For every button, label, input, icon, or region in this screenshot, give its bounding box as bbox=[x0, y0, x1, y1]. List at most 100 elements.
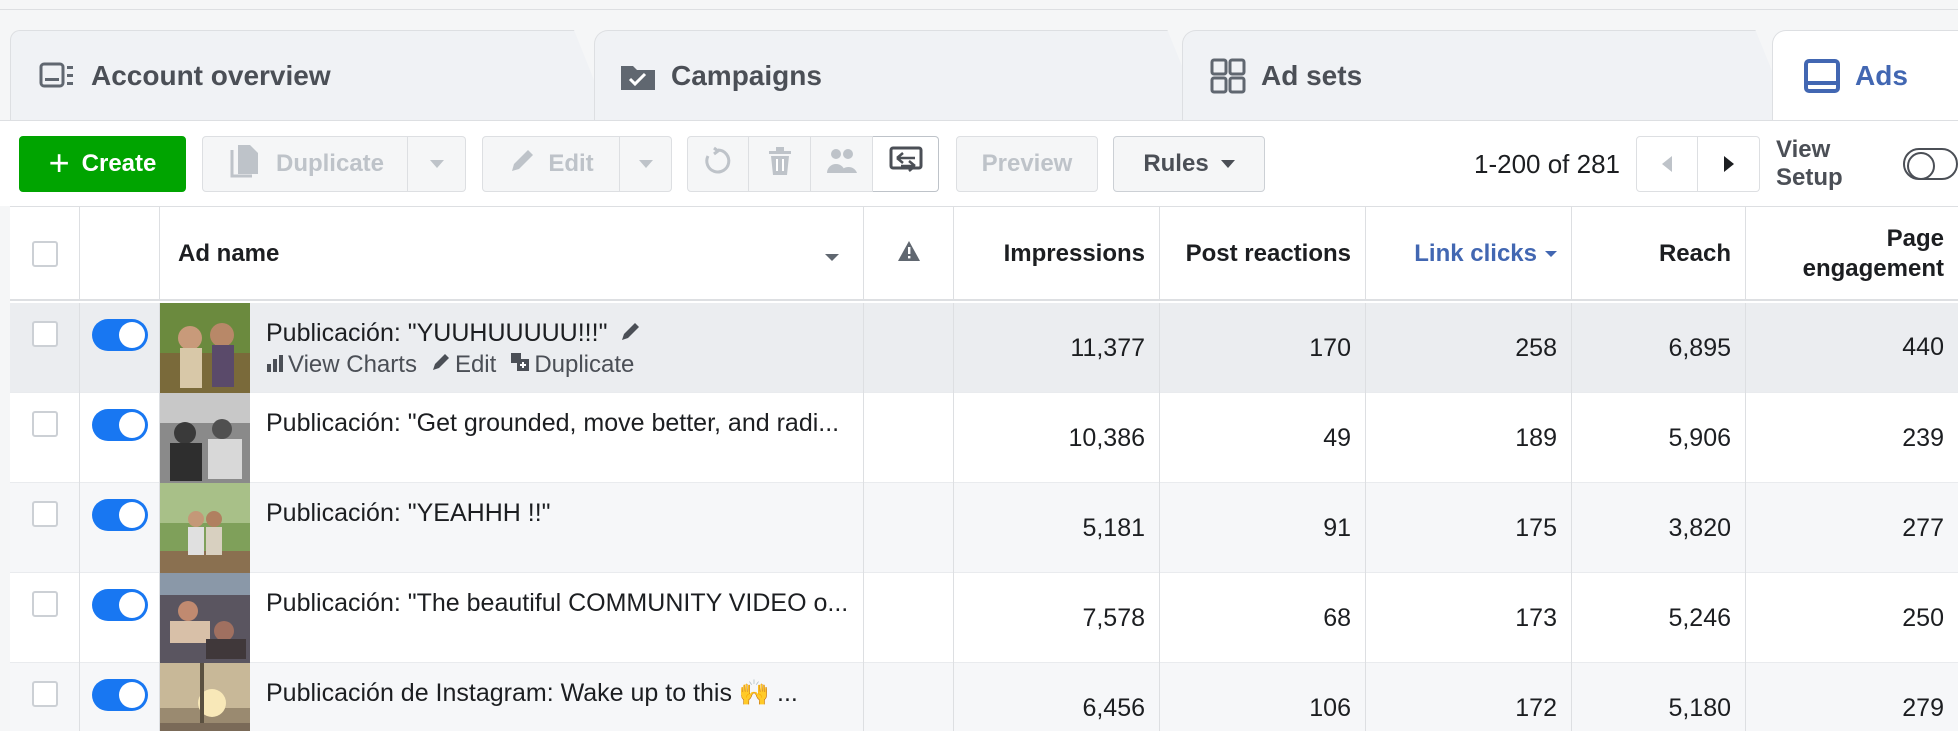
ad-name[interactable]: Publicación: "The beautiful COMMUNITY VI… bbox=[266, 589, 856, 618]
ad-name-cell bbox=[160, 393, 864, 483]
view-setup[interactable]: View Setup bbox=[1776, 136, 1958, 192]
delivery-cell bbox=[864, 393, 954, 483]
folder-check-icon bbox=[619, 57, 657, 95]
edit-dropdown-button[interactable] bbox=[620, 136, 672, 192]
chevron-down-icon bbox=[429, 160, 444, 168]
reach-cell: 5,906 bbox=[1572, 393, 1746, 483]
select-all-checkbox[interactable] bbox=[31, 241, 58, 267]
ad-name: Publicación: "YUUHUUUUU!!!" bbox=[266, 319, 608, 347]
duplicate-link[interactable]: Duplicate bbox=[510, 351, 634, 379]
view-setup-toggle[interactable] bbox=[1902, 148, 1958, 180]
header-delivery[interactable] bbox=[864, 207, 954, 301]
row-checkbox-cell bbox=[10, 483, 80, 573]
impressions-cell: 6,456 bbox=[954, 663, 1160, 731]
select-all-cell bbox=[10, 207, 80, 301]
duplicate-icon bbox=[226, 142, 264, 187]
tab-ad-sets[interactable]: Ad sets bbox=[1182, 30, 1792, 120]
delivery-cell bbox=[864, 663, 954, 731]
delivery-cell bbox=[864, 483, 954, 573]
plus-icon: + bbox=[48, 141, 70, 183]
rules-button[interactable]: Rules bbox=[1113, 136, 1265, 192]
impressions-cell: 10,386 bbox=[954, 393, 1160, 483]
preview-button[interactable]: Preview bbox=[956, 136, 1098, 192]
row-checkbox[interactable] bbox=[31, 501, 58, 527]
post-reactions-cell: 68 bbox=[1160, 573, 1366, 663]
ad-icon bbox=[1803, 57, 1841, 95]
table-row[interactable]: Publicación: "Get grounded, move better,… bbox=[10, 393, 1958, 483]
view-charts-label: View Charts bbox=[288, 351, 417, 378]
impressions-cell: 5,181 bbox=[954, 483, 1160, 573]
pagination-info: 1-200 of 281 bbox=[1473, 148, 1620, 179]
header-impressions[interactable]: Impressions bbox=[954, 207, 1160, 301]
edit-label: Edit bbox=[454, 351, 497, 378]
ad-name[interactable]: Publicación: "Get grounded, move better,… bbox=[266, 409, 856, 438]
edit-link[interactable]: Edit bbox=[431, 351, 496, 379]
warning-icon bbox=[897, 240, 921, 269]
delivery-cell bbox=[864, 303, 954, 393]
ad-name-cell bbox=[160, 573, 864, 663]
header-ad-name[interactable]: Ad name bbox=[160, 207, 864, 301]
ad-name[interactable]: Publicación de Instagram: Wake up to thi… bbox=[266, 679, 856, 708]
post-reactions-cell: 170 bbox=[1160, 303, 1366, 393]
audience-button[interactable] bbox=[811, 136, 873, 192]
table-row[interactable]: Publicación de Instagram: Wake up to thi… bbox=[10, 663, 1958, 731]
ad-status-toggle[interactable] bbox=[91, 589, 148, 621]
duplicate-button[interactable]: Duplicate bbox=[202, 136, 408, 192]
row-checkbox[interactable] bbox=[31, 681, 58, 707]
ad-name[interactable]: Publicación: "YEAHHH !!" bbox=[266, 499, 856, 528]
ad-status-toggle[interactable] bbox=[91, 409, 148, 441]
row-checkbox-cell bbox=[10, 663, 80, 731]
link-clicks-cell: 175 bbox=[1366, 483, 1572, 573]
tab-campaigns[interactable]: Campaigns bbox=[594, 30, 1204, 120]
delete-button[interactable] bbox=[749, 136, 811, 192]
table-row[interactable]: Publicación: "The beautiful COMMUNITY VI… bbox=[10, 573, 1958, 663]
previous-page-button[interactable] bbox=[1636, 136, 1698, 192]
page-engagement-cell: 250 bbox=[1902, 603, 1944, 632]
post-reactions-cell: 49 bbox=[1160, 393, 1366, 483]
header-reach[interactable]: Reach bbox=[1572, 207, 1746, 301]
row-checkbox[interactable] bbox=[31, 591, 58, 617]
tab-account-overview[interactable]: Account overview bbox=[10, 30, 610, 120]
tab-ads[interactable]: Ads bbox=[1772, 30, 1958, 120]
compare-button[interactable] bbox=[873, 136, 939, 192]
chevron-left-icon bbox=[1662, 156, 1672, 172]
row-checkbox-cell bbox=[10, 393, 80, 483]
table-row[interactable]: Publicación: "YUUHUUUUU!!!" View Charts … bbox=[10, 303, 1958, 393]
bar-chart-icon bbox=[266, 351, 284, 379]
chevron-down-icon bbox=[825, 253, 839, 261]
tab-ads-label: Ads bbox=[1855, 59, 1908, 91]
row-toggle-cell bbox=[80, 393, 160, 483]
toolbar: + Create Duplicate Edit Preview Rules 1-… bbox=[0, 120, 1958, 206]
link-clicks-cell: 173 bbox=[1366, 573, 1572, 663]
impressions-cell: 11,377 bbox=[954, 303, 1160, 393]
ad-name-text[interactable]: Publicación: "YUUHUUUUU!!!" bbox=[266, 319, 856, 349]
duplicate-dropdown-button[interactable] bbox=[408, 136, 466, 192]
chevron-right-icon bbox=[1723, 156, 1734, 172]
row-checkbox[interactable] bbox=[31, 411, 58, 437]
header-post-reactions[interactable]: Post reactions bbox=[1160, 207, 1366, 301]
row-checkbox[interactable] bbox=[31, 321, 58, 347]
duplicate-label: Duplicate bbox=[275, 150, 385, 177]
pencil-icon[interactable] bbox=[620, 320, 642, 349]
reach-cell: 3,820 bbox=[1572, 483, 1746, 573]
ad-status-toggle[interactable] bbox=[91, 499, 148, 531]
next-page-button[interactable] bbox=[1698, 136, 1760, 192]
ad-status-toggle[interactable] bbox=[91, 679, 148, 711]
link-clicks-cell: 172 bbox=[1366, 663, 1572, 731]
row-toggle-cell bbox=[80, 573, 160, 663]
pencil-icon bbox=[431, 351, 451, 379]
edit-button[interactable]: Edit bbox=[482, 136, 620, 192]
chevron-down-icon bbox=[638, 160, 653, 168]
view-charts-link[interactable]: View Charts bbox=[266, 351, 417, 379]
header-page-engagement[interactable]: Page engagement bbox=[1746, 207, 1958, 301]
header-link-clicks[interactable]: Link clicks bbox=[1366, 207, 1572, 301]
revert-button[interactable] bbox=[687, 136, 749, 192]
create-button[interactable]: + Create bbox=[19, 136, 186, 192]
tab-account-overview-label: Account overview bbox=[91, 59, 331, 91]
ad-status-toggle[interactable] bbox=[91, 319, 148, 351]
table-row[interactable]: Publicación: "YEAHHH !!" 5,181 91 175 3,… bbox=[10, 483, 1958, 573]
toggle-header bbox=[80, 207, 160, 301]
row-toggle-cell bbox=[80, 303, 160, 393]
grid-icon bbox=[1209, 57, 1247, 95]
trash-icon bbox=[766, 146, 794, 183]
